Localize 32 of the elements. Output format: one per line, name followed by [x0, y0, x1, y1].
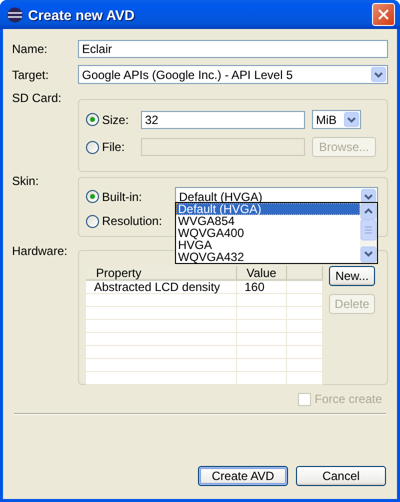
dialog-button[interactable]: Cancel: [296, 466, 386, 486]
list-item[interactable]: WVGA854: [176, 215, 360, 227]
close-icon: [378, 9, 389, 20]
list-item[interactable]: HVGA: [176, 239, 360, 251]
scrollbar[interactable]: [360, 203, 377, 263]
list-item[interactable]: WQVGA432: [176, 251, 360, 263]
caret-icon: [361, 189, 376, 204]
hardware-button[interactable]: New...: [329, 266, 375, 286]
radio-button[interactable]: Resolution:: [86, 214, 162, 228]
list-item[interactable]: WQVGA400: [176, 227, 360, 239]
radio-button[interactable]: Size:: [86, 112, 129, 126]
size-field[interactable]: 32: [141, 110, 305, 128]
unit-dropdown[interactable]: MiB: [312, 110, 361, 129]
section-label: SD Card:: [12, 91, 62, 105]
section-label: Hardware:: [12, 244, 68, 258]
caret-icon: [344, 112, 359, 127]
section-label: Skin:: [12, 174, 40, 188]
table-cell: 160: [236, 280, 286, 294]
column-header[interactable]: Value: [236, 266, 286, 280]
field-label: Name:: [12, 42, 48, 56]
radio-button[interactable]: Built-in:: [86, 190, 142, 204]
window-title: Create new AVD: [28, 6, 136, 22]
table-cell: Abstracted LCD density: [86, 280, 236, 294]
app-icon: [7, 6, 23, 22]
close-button[interactable]: [372, 3, 395, 26]
column-header[interactable]: Property: [86, 266, 236, 280]
dialog-button[interactable]: Create AVD: [198, 466, 288, 486]
list-item[interactable]: Default (HVGA): [176, 203, 360, 215]
field-label: Target:: [12, 68, 50, 82]
name-field[interactable]: Eclair: [78, 40, 388, 58]
caret-icon: [371, 67, 386, 82]
target-dropdown[interactable]: Google APIs (Google Inc.) - API Level 5: [78, 65, 388, 84]
